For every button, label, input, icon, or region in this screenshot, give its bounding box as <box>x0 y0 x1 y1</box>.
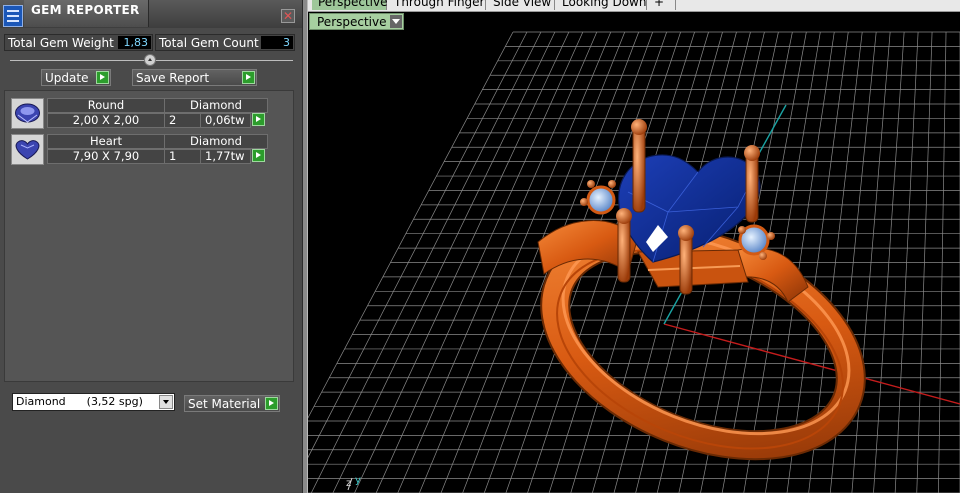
gem-row-round[interactable]: Round Diamond 2,00 X 2,00 2 0,06tw <box>11 97 273 130</box>
update-button[interactable]: Update <box>41 69 111 86</box>
ring-model <box>537 119 866 461</box>
gem-material-cell: Diamond <box>164 134 268 149</box>
material-select[interactable]: Diamond (3,52 spg) <box>12 393 175 411</box>
gem-material-cell: Diamond <box>164 98 268 113</box>
gem-size-cell: 2,00 X 2,00 <box>47 113 165 128</box>
axis-z-label: z <box>346 478 351 489</box>
add-tab-icon[interactable]: + <box>648 0 676 10</box>
set-material-button[interactable]: Set Material <box>184 395 280 412</box>
save-report-button-label: Save Report <box>136 71 210 85</box>
total-gem-count-box: Total Gem Count 3 <box>155 34 295 51</box>
total-gem-weight-value: 1,83 <box>118 36 151 49</box>
gem-row-heart[interactable]: Heart Diamond 7,90 X 7,90 1 1,77tw <box>11 133 273 166</box>
viewport-scene: z y <box>308 31 960 493</box>
gem-weight-cell: 0,06tw <box>200 113 251 128</box>
tab-looking-down[interactable]: Looking Down <box>556 0 647 10</box>
gem-row-action-icon[interactable] <box>252 149 265 162</box>
view-mode-label: Perspective <box>317 15 387 29</box>
dropdown-arrow-icon[interactable] <box>389 15 402 28</box>
panel-title: GEM REPORTER <box>31 3 140 17</box>
tab-side-view[interactable]: Side View <box>487 0 555 10</box>
play-arrow-icon <box>96 71 109 84</box>
gem-quantity-cell: 1 <box>164 149 201 164</box>
set-material-button-label: Set Material <box>188 397 261 411</box>
save-report-button[interactable]: Save Report <box>132 69 257 86</box>
total-gem-weight-label: Total Gem Weight <box>8 36 114 50</box>
total-gem-count-label: Total Gem Count <box>159 36 259 50</box>
heart-gem-thumbnail <box>11 134 44 165</box>
viewport-tab-bar: Perspective Through Finger Side View Loo… <box>308 0 960 12</box>
material-select-value: Diamond (3,52 spg) <box>16 395 143 408</box>
close-icon: ✕ <box>282 9 294 23</box>
axis-y-label: y <box>355 475 361 486</box>
tab-through-finger[interactable]: Through Finger <box>388 0 486 10</box>
gem-reporter-panel: GEM REPORTER ✕ Total Gem Weight 1,83 Tot… <box>0 0 302 493</box>
close-button[interactable]: ✕ <box>281 9 295 23</box>
gem-cut-cell: Round <box>47 98 165 113</box>
dropdown-arrow-icon[interactable] <box>159 395 173 409</box>
3d-viewport[interactable]: z y Perspective <box>308 12 960 493</box>
gem-weight-cell: 1,77tw <box>200 149 251 164</box>
tab-perspective[interactable]: Perspective <box>312 0 388 10</box>
collapse-toggle-icon[interactable] <box>144 54 156 66</box>
round-gem-thumbnail <box>11 98 44 129</box>
gem-cut-cell: Heart <box>47 134 165 149</box>
play-arrow-icon <box>265 397 278 410</box>
gem-size-cell: 7,90 X 7,90 <box>47 149 165 164</box>
update-button-label: Update <box>45 71 89 85</box>
total-gem-count-value: 3 <box>261 36 293 49</box>
view-mode-dropdown[interactable]: Perspective <box>309 13 404 30</box>
gem-reporter-app-icon <box>3 5 23 27</box>
play-arrow-icon <box>242 71 255 84</box>
gem-quantity-cell: 2 <box>164 113 201 128</box>
gem-list: Round Diamond 2,00 X 2,00 2 0,06tw Heart… <box>4 90 294 382</box>
panel-titlebar: GEM REPORTER ✕ <box>0 0 302 28</box>
total-gem-weight-box: Total Gem Weight 1,83 <box>4 34 153 51</box>
gem-row-action-icon[interactable] <box>252 113 265 126</box>
